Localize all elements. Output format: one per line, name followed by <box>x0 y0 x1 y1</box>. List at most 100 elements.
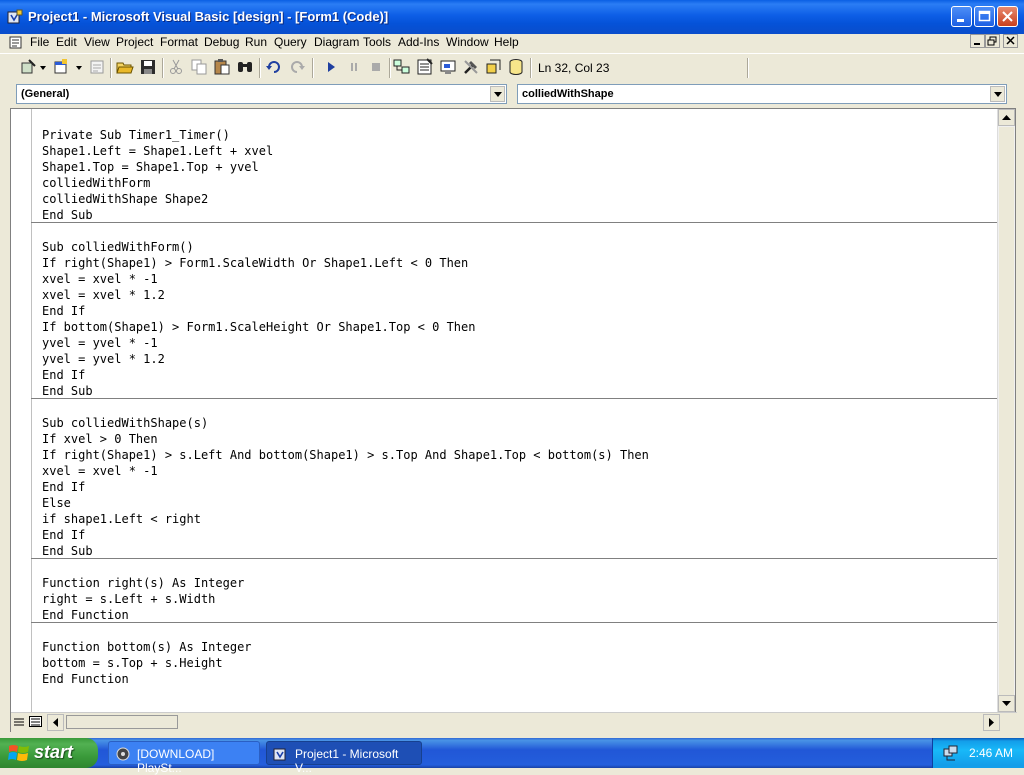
menu-edit[interactable]: Edit <box>56 35 77 49</box>
code-line[interactable]: If right(Shape1) > Form1.ScaleWidth Or S… <box>42 255 649 271</box>
code-line[interactable]: End If <box>42 479 649 495</box>
menu-editor-icon[interactable] <box>88 58 106 76</box>
vertical-scrollbar[interactable] <box>997 109 1015 712</box>
code-line[interactable]: Shape1.Top = Shape1.Top + yvel <box>42 159 649 175</box>
code-line[interactable]: xvel = xvel * -1 <box>42 463 649 479</box>
add-form-icon[interactable] <box>52 58 70 76</box>
properties-window-icon[interactable] <box>416 58 434 76</box>
code-line[interactable]: If right(Shape1) > s.Left And bottom(Sha… <box>42 447 649 463</box>
code-line[interactable]: End If <box>42 303 649 319</box>
mdi-restore-button[interactable] <box>985 34 1000 48</box>
code-line[interactable]: Sub colliedWithForm() <box>42 239 649 255</box>
code-line[interactable]: End Sub <box>42 543 649 559</box>
code-line[interactable]: End Function <box>42 607 649 623</box>
menu-format[interactable]: Format <box>160 35 198 49</box>
code-line[interactable]: Else <box>42 495 649 511</box>
add-project-icon[interactable] <box>20 58 38 76</box>
paste-icon[interactable] <box>213 58 231 76</box>
menu-debug[interactable]: Debug <box>204 35 239 49</box>
code-window-icon[interactable] <box>9 36 23 50</box>
full-module-view-icon[interactable] <box>29 716 43 728</box>
chevron-down-icon[interactable] <box>76 66 82 70</box>
scroll-left-button[interactable] <box>47 714 64 731</box>
menu-diagram[interactable]: Diagram <box>314 35 359 49</box>
code-line[interactable]: yvel = yvel * 1.2 <box>42 351 649 367</box>
scroll-right-button[interactable] <box>983 714 1000 731</box>
redo-icon[interactable] <box>288 58 306 76</box>
save-icon[interactable] <box>139 58 157 76</box>
code-line[interactable]: End Sub <box>42 383 649 399</box>
menu-tools[interactable]: Tools <box>363 35 391 49</box>
menu-project[interactable]: Project <box>116 35 153 49</box>
horizontal-scroll-thumb[interactable] <box>66 715 178 729</box>
code-line[interactable]: colliedWithShape Shape2 <box>42 191 649 207</box>
code-editor[interactable]: Private Sub Timer1_Timer() Shape1.Left = … <box>10 108 1017 732</box>
code-line[interactable]: Sub colliedWithShape(s) <box>42 415 649 431</box>
network-icon[interactable] <box>943 745 959 761</box>
vb-app-icon[interactable] <box>7 9 23 25</box>
menu-file[interactable]: File <box>30 35 49 49</box>
code-line[interactable]: Private Sub Timer1_Timer() <box>42 127 649 143</box>
menu-add-ins[interactable]: Add-Ins <box>398 35 439 49</box>
minimize-button[interactable] <box>951 6 972 27</box>
code-line[interactable]: End Sub <box>42 207 649 223</box>
undo-icon[interactable] <box>265 58 283 76</box>
code-line[interactable]: Function right(s) As Integer <box>42 575 649 591</box>
object-combo[interactable]: (General) <box>16 84 507 104</box>
procedure-combo[interactable]: colliedWithShape <box>517 84 1007 104</box>
code-line[interactable] <box>42 223 649 239</box>
code-line[interactable]: right = s.Left + s.Width <box>42 591 649 607</box>
code-line[interactable] <box>42 623 649 639</box>
code-line[interactable]: Shape1.Left = Shape1.Left + xvel <box>42 143 649 159</box>
maximize-button[interactable] <box>974 6 995 27</box>
code-margin[interactable] <box>11 109 32 712</box>
code-line[interactable]: bottom = s.Top + s.Height <box>42 655 649 671</box>
taskbar-item-vb-project[interactable]: Project1 - Microsoft V... <box>266 741 422 775</box>
find-binoculars-icon[interactable] <box>236 58 254 76</box>
code-text[interactable]: Private Sub Timer1_Timer() Shape1.Left = … <box>42 127 649 687</box>
vertical-scroll-thumb[interactable] <box>999 127 1014 711</box>
code-line[interactable]: End If <box>42 367 649 383</box>
code-line[interactable]: xvel = xvel * -1 <box>42 271 649 287</box>
open-folder-icon[interactable] <box>116 58 134 76</box>
end-stop-icon[interactable] <box>367 58 385 76</box>
code-line[interactable] <box>42 399 649 415</box>
mdi-minimize-button[interactable] <box>970 34 985 48</box>
menu-query[interactable]: Query <box>274 35 307 49</box>
code-line[interactable]: If bottom(Shape1) > Form1.ScaleHeight Or… <box>42 319 649 335</box>
mdi-close-button[interactable] <box>1003 34 1018 48</box>
project-explorer-icon[interactable] <box>393 58 411 76</box>
cut-icon[interactable] <box>167 58 185 76</box>
code-line[interactable] <box>42 559 649 575</box>
menu-help[interactable]: Help <box>494 35 519 49</box>
code-line[interactable]: xvel = xvel * 1.2 <box>42 287 649 303</box>
data-view-icon[interactable] <box>507 58 525 76</box>
copy-icon[interactable] <box>190 58 208 76</box>
menu-view[interactable]: View <box>84 35 110 49</box>
start-button[interactable]: start <box>0 738 98 768</box>
procedure-view-icon[interactable] <box>13 716 25 728</box>
object-browser-icon[interactable] <box>485 58 503 76</box>
menu-run[interactable]: Run <box>245 35 267 49</box>
code-line[interactable]: yvel = yvel * -1 <box>42 335 649 351</box>
code-line[interactable]: End If <box>42 527 649 543</box>
clock[interactable]: 2:46 AM <box>969 746 1013 760</box>
chevron-down-icon[interactable] <box>490 86 505 102</box>
scroll-down-button[interactable] <box>998 695 1015 712</box>
code-line[interactable]: Function bottom(s) As Integer <box>42 639 649 655</box>
form-layout-icon[interactable] <box>439 58 457 76</box>
code-line[interactable]: colliedWithForm <box>42 175 649 191</box>
break-pause-icon[interactable] <box>345 58 363 76</box>
scroll-up-button[interactable] <box>998 109 1015 126</box>
code-line[interactable]: If xvel > 0 Then <box>42 431 649 447</box>
chevron-down-icon[interactable] <box>990 86 1005 102</box>
run-start-icon[interactable] <box>322 58 340 76</box>
horizontal-scrollbar[interactable] <box>11 712 1017 732</box>
close-button[interactable] <box>997 6 1018 27</box>
code-line[interactable]: if shape1.Left < right <box>42 511 649 527</box>
code-line[interactable]: End Function <box>42 671 649 687</box>
toolbox-icon[interactable] <box>462 58 480 76</box>
taskbar-item-download[interactable]: [DOWNLOAD] PlaySt... <box>108 741 260 775</box>
chevron-down-icon[interactable] <box>40 66 46 70</box>
menu-window[interactable]: Window <box>446 35 489 49</box>
